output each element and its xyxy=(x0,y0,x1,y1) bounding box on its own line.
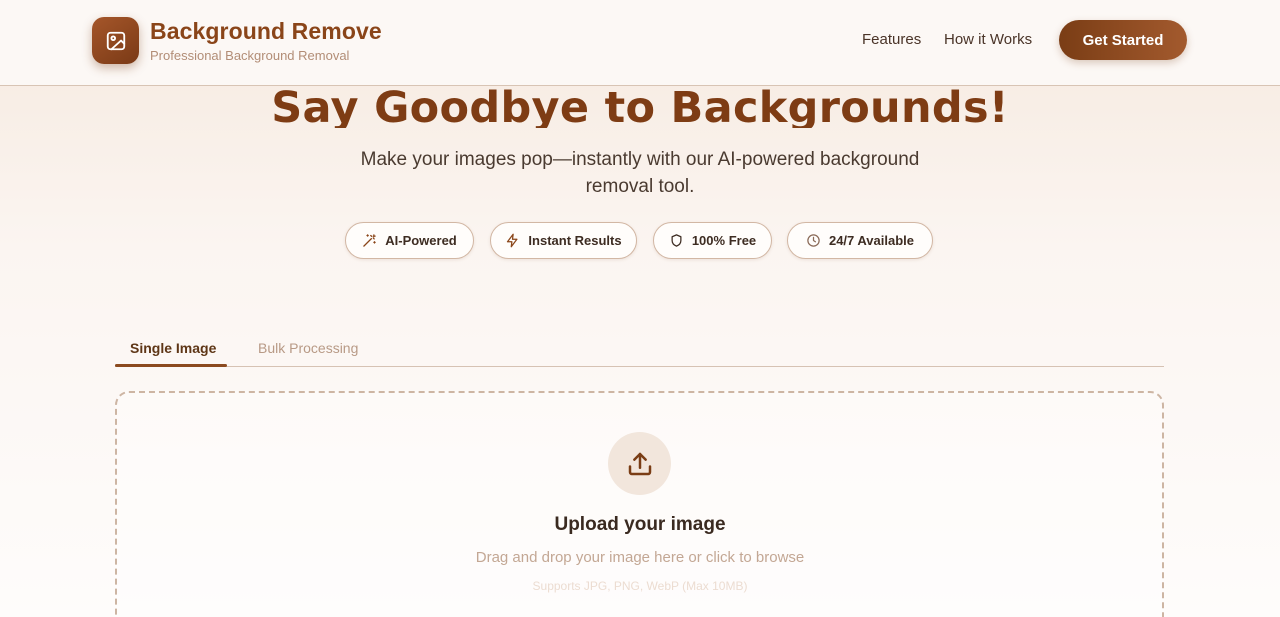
tabs-divider xyxy=(115,366,1164,367)
upload-hint: Drag and drop your image here or click t… xyxy=(475,549,805,566)
get-started-button[interactable]: Get Started xyxy=(1059,20,1187,60)
upload-icon-circle[interactable] xyxy=(608,432,671,495)
badge-label: 100% Free xyxy=(691,233,757,248)
hero-title-container: Say Goodbye to Backgrounds! xyxy=(0,86,1280,128)
shield-icon xyxy=(671,234,682,247)
badge-label: 24/7 Available xyxy=(828,233,915,248)
clock-icon xyxy=(807,234,820,247)
badge-ai-powered: AI-Powered xyxy=(345,222,474,259)
hero-title: Say Goodbye to Backgrounds! xyxy=(271,86,1009,128)
brand-subtitle: Professional Background Removal xyxy=(150,48,350,63)
badge-free: 100% Free xyxy=(653,222,772,259)
nav-features-link[interactable]: Features xyxy=(862,31,921,48)
upload-icon xyxy=(628,452,651,475)
magic-wand-icon xyxy=(363,234,376,247)
badge-instant-results: Instant Results xyxy=(490,222,637,259)
upload-format-note: Supports JPG, PNG, WebP (Max 10MB) xyxy=(532,579,748,593)
hero-subtitle: Make your images pop—instantly with our … xyxy=(360,149,920,197)
badge-label: Instant Results xyxy=(528,233,622,248)
nav-how-it-works-link[interactable]: How it Works xyxy=(944,31,1032,48)
badge-available: 24/7 Available xyxy=(787,222,933,259)
tab-bulk-processing[interactable]: Bulk Processing xyxy=(258,340,358,356)
tab-single-image[interactable]: Single Image xyxy=(130,340,216,356)
image-icon xyxy=(106,31,125,50)
active-tab-indicator xyxy=(115,364,227,367)
logo[interactable] xyxy=(92,17,139,64)
badge-label: AI-Powered xyxy=(385,233,457,248)
site-header: Background Remove Professional Backgroun… xyxy=(0,0,1280,86)
brand-title: Background Remove xyxy=(150,18,382,44)
lightning-icon xyxy=(507,233,518,248)
upload-title: Upload your image xyxy=(554,514,726,535)
